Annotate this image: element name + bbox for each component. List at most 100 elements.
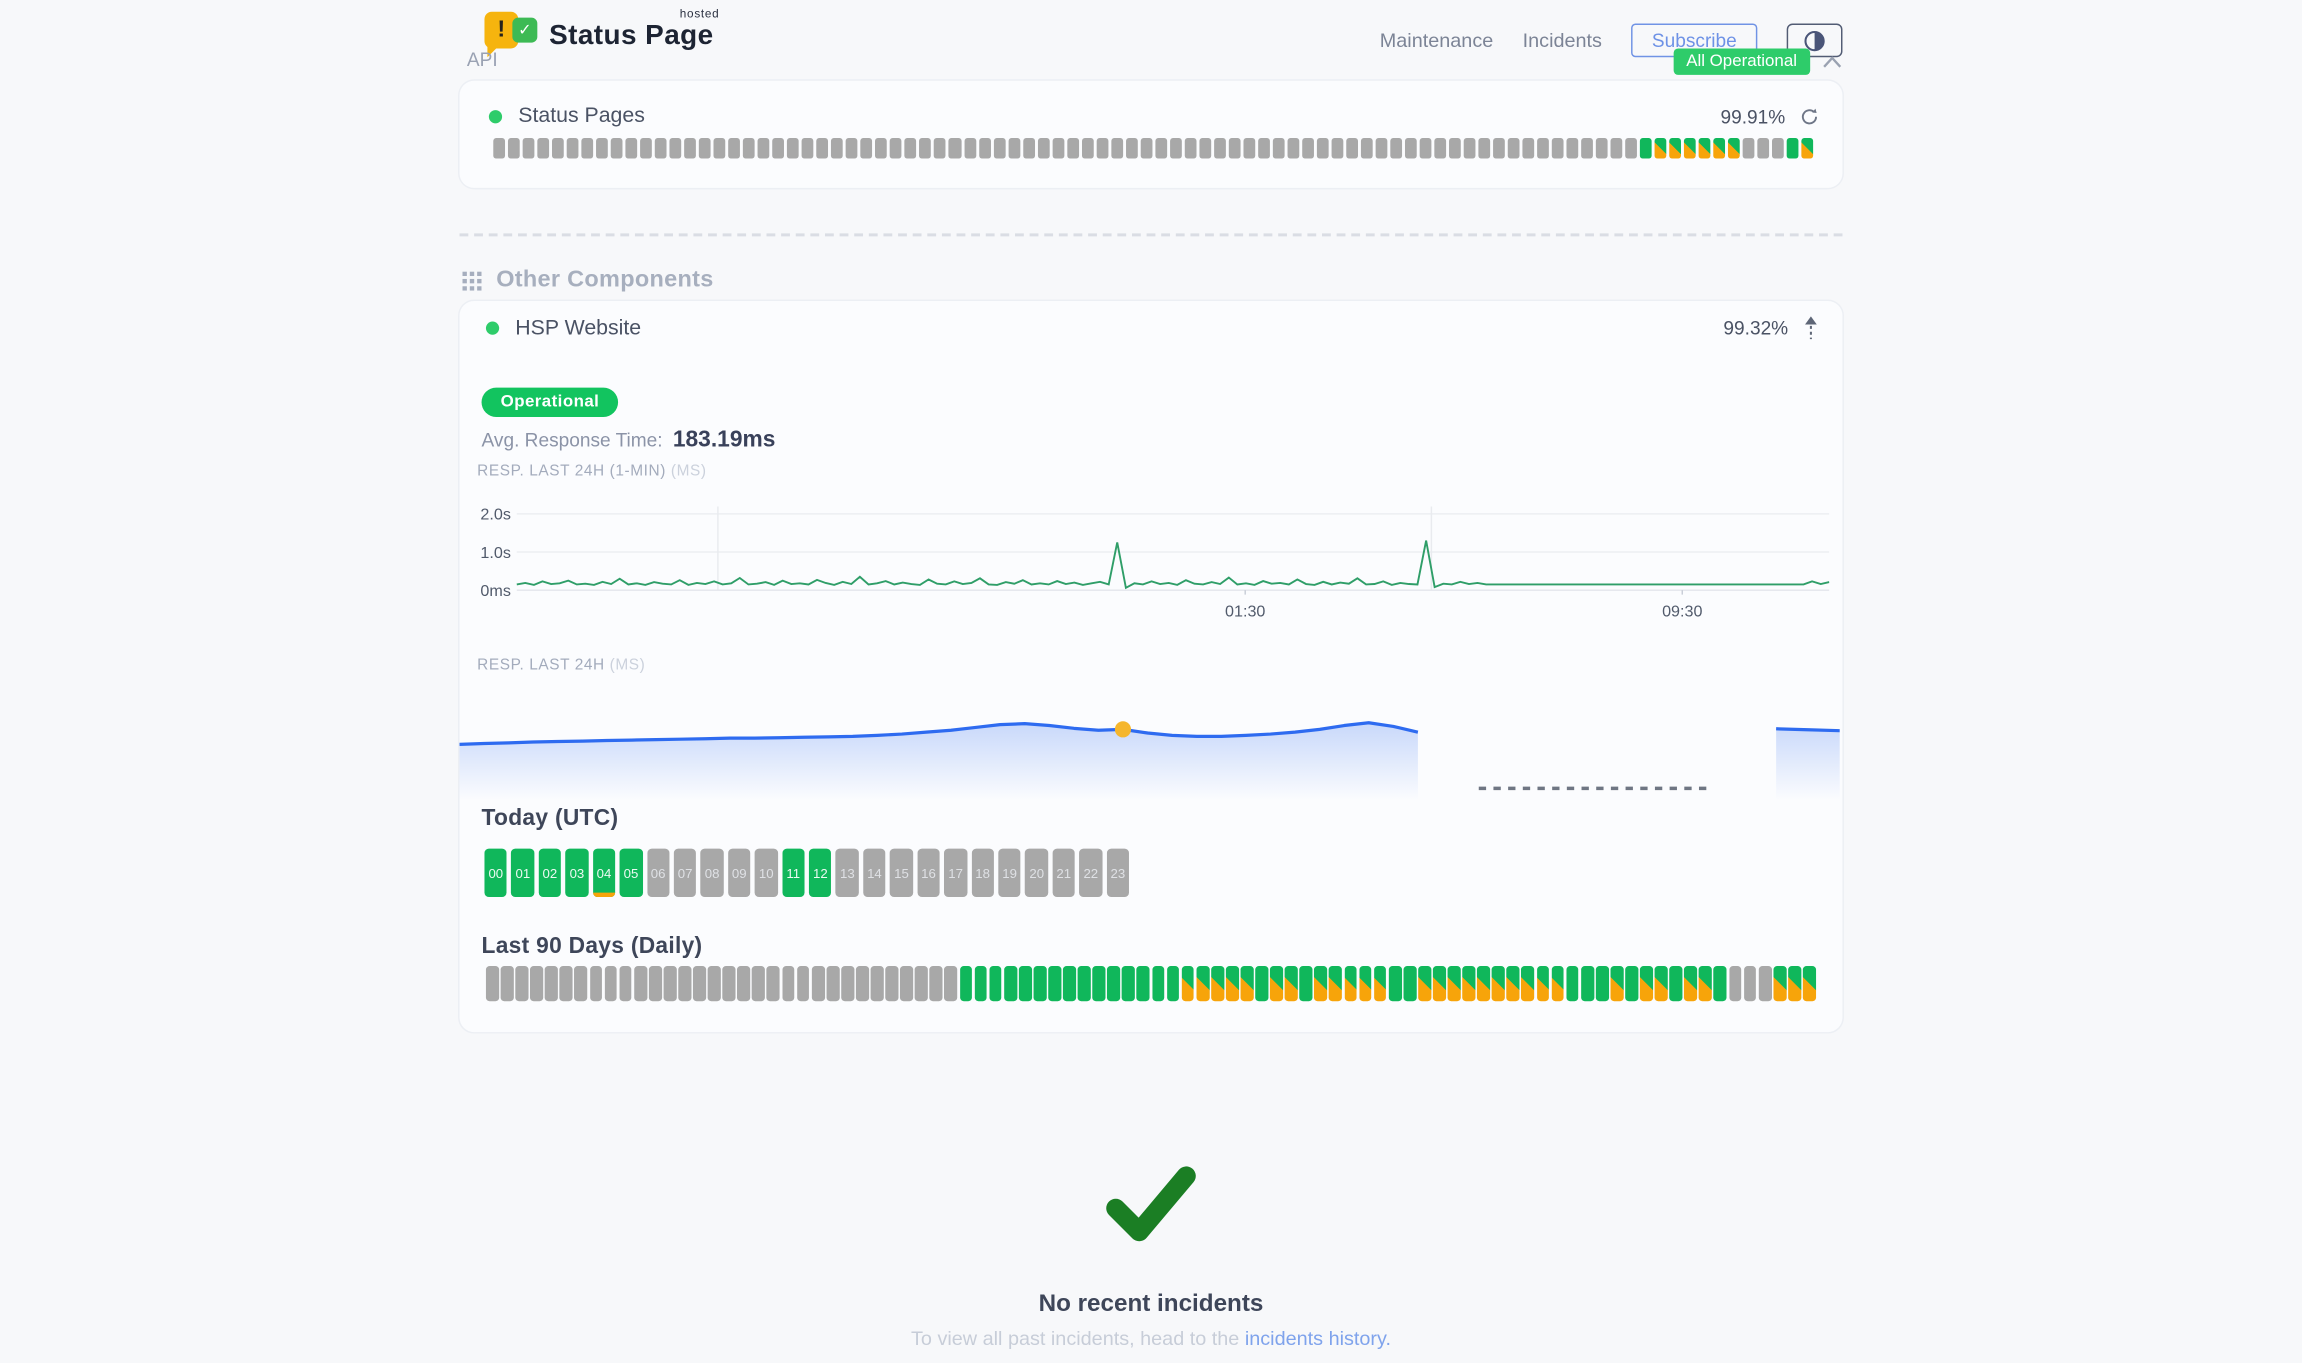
arrow-up-icon[interactable] — [1803, 316, 1819, 341]
incidents-history-link[interactable]: incidents history. — [1245, 1327, 1391, 1349]
chevron-up-icon[interactable] — [1822, 55, 1843, 68]
uptime-bar[interactable] — [1228, 138, 1240, 159]
day-block[interactable] — [1122, 966, 1135, 1001]
uptime-bar[interactable] — [1773, 138, 1785, 159]
day-block[interactable] — [619, 966, 632, 1001]
uptime-bar[interactable] — [699, 138, 711, 159]
uptime-bar[interactable] — [1081, 138, 1093, 159]
day-block[interactable] — [1181, 966, 1194, 1001]
day-block[interactable] — [885, 966, 898, 1001]
day-block[interactable] — [1167, 966, 1180, 1001]
uptime-bar[interactable] — [1008, 138, 1020, 159]
day-block[interactable] — [841, 966, 854, 1001]
uptime-bar[interactable] — [1214, 138, 1226, 159]
uptime-bar[interactable] — [582, 138, 594, 159]
nav-maintenance[interactable]: Maintenance — [1380, 29, 1494, 51]
day-block[interactable] — [1758, 966, 1771, 1001]
day-block[interactable] — [1744, 966, 1757, 1001]
uptime-bar[interactable] — [1361, 138, 1373, 159]
day-block[interactable] — [723, 966, 736, 1001]
day-block[interactable] — [1388, 966, 1401, 1001]
hour-block[interactable]: 07 — [674, 849, 697, 897]
uptime-bar[interactable] — [567, 138, 579, 159]
day-block[interactable] — [871, 966, 884, 1001]
hour-block[interactable]: 04 — [593, 849, 616, 897]
uptime-bar[interactable] — [1023, 138, 1035, 159]
response-trend-chart[interactable] — [460, 686, 1843, 803]
uptime-bar[interactable] — [1670, 138, 1682, 159]
day-block[interactable] — [856, 966, 869, 1001]
day-block[interactable] — [1137, 966, 1150, 1001]
uptime-bar[interactable] — [1331, 138, 1343, 159]
day-block[interactable] — [945, 966, 958, 1001]
uptime-bar[interactable] — [552, 138, 564, 159]
hour-block[interactable]: 09 — [728, 849, 751, 897]
uptime-bar[interactable] — [1243, 138, 1255, 159]
day-block[interactable] — [693, 966, 706, 1001]
uptime-bar[interactable] — [817, 138, 829, 159]
hour-block[interactable]: 08 — [701, 849, 724, 897]
day-block[interactable] — [1610, 966, 1623, 1001]
day-block[interactable] — [1285, 966, 1298, 1001]
uptime-bar[interactable] — [773, 138, 785, 159]
hour-block[interactable]: 03 — [566, 849, 589, 897]
day-block[interactable] — [663, 966, 676, 1001]
day-block[interactable] — [767, 966, 780, 1001]
uptime-bar[interactable] — [1287, 138, 1299, 159]
day-block[interactable] — [752, 966, 765, 1001]
day-block[interactable] — [486, 966, 499, 1001]
uptime-bar[interactable] — [861, 138, 873, 159]
uptime-bar[interactable] — [1140, 138, 1152, 159]
day-block[interactable] — [678, 966, 691, 1001]
uptime-bar[interactable] — [1728, 138, 1740, 159]
uptime-bar[interactable] — [729, 138, 741, 159]
uptime-bar[interactable] — [684, 138, 696, 159]
hour-block[interactable]: 17 — [944, 849, 967, 897]
uptime-bar[interactable] — [1625, 138, 1637, 159]
day-block[interactable] — [516, 966, 529, 1001]
uptime-bar[interactable] — [831, 138, 843, 159]
day-block[interactable] — [1048, 966, 1061, 1001]
day-block[interactable] — [915, 966, 928, 1001]
uptime-bar[interactable] — [1552, 138, 1564, 159]
day-block[interactable] — [1255, 966, 1268, 1001]
day-block[interactable] — [1063, 966, 1076, 1001]
day-block[interactable] — [930, 966, 943, 1001]
hour-block[interactable]: 13 — [836, 849, 859, 897]
day-block[interactable] — [560, 966, 573, 1001]
uptime-bar[interactable] — [1699, 138, 1711, 159]
uptime-bar[interactable] — [1464, 138, 1476, 159]
day-block[interactable] — [1196, 966, 1209, 1001]
hour-block[interactable]: 15 — [890, 849, 913, 897]
uptime-bar[interactable] — [670, 138, 682, 159]
day-block[interactable] — [1211, 966, 1224, 1001]
day-block[interactable] — [1329, 966, 1342, 1001]
uptime-bar[interactable] — [1390, 138, 1402, 159]
day-block[interactable] — [1507, 966, 1520, 1001]
day-block[interactable] — [590, 966, 603, 1001]
day-block[interactable] — [1344, 966, 1357, 1001]
uptime-bar[interactable] — [1317, 138, 1329, 159]
day-block[interactable] — [1093, 966, 1106, 1001]
day-block[interactable] — [1300, 966, 1313, 1001]
uptime-bar[interactable] — [1096, 138, 1108, 159]
uptime-bar[interactable] — [1537, 138, 1549, 159]
uptime-bar[interactable] — [1493, 138, 1505, 159]
day-block[interactable] — [604, 966, 617, 1001]
day-block[interactable] — [1374, 966, 1387, 1001]
day-block[interactable] — [1492, 966, 1505, 1001]
uptime-bar[interactable] — [890, 138, 902, 159]
day-block[interactable] — [545, 966, 558, 1001]
response-time-chart[interactable]: 2.0s1.0s0ms01:3009:30 — [477, 496, 1829, 625]
uptime-bar[interactable] — [1434, 138, 1446, 159]
uptime-bar[interactable] — [934, 138, 946, 159]
day-block[interactable] — [1536, 966, 1549, 1001]
day-block[interactable] — [1684, 966, 1697, 1001]
hour-block[interactable]: 20 — [1025, 849, 1048, 897]
uptime-bar[interactable] — [1449, 138, 1461, 159]
uptime-bar[interactable] — [1802, 138, 1814, 159]
uptime-bar[interactable] — [743, 138, 755, 159]
uptime-bar[interactable] — [1346, 138, 1358, 159]
uptime-bar[interactable] — [1508, 138, 1520, 159]
uptime-bar[interactable] — [611, 138, 623, 159]
